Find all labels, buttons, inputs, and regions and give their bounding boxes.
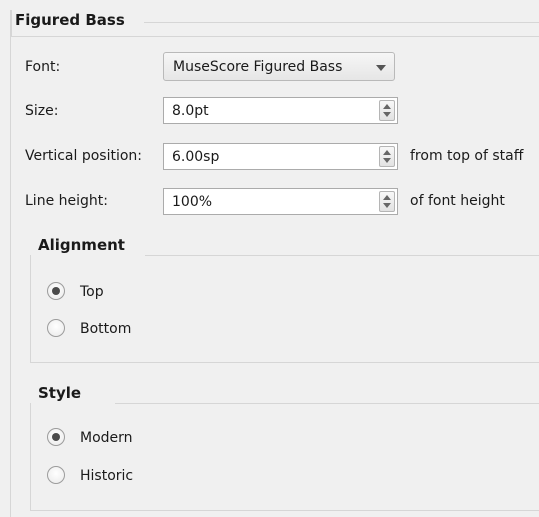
alignment-top-label[interactable]: Top [80, 284, 104, 300]
vertical-position-value: 6.00sp [172, 149, 220, 165]
alignment-bottom-radio[interactable] [47, 319, 65, 337]
spin-up-icon[interactable] [383, 150, 391, 155]
line-height-suffix: of font height [410, 193, 505, 209]
spin-up-icon[interactable] [383, 104, 391, 109]
style-group [30, 403, 539, 511]
style-modern-radio[interactable] [47, 428, 65, 446]
line-height-stepper[interactable] [379, 191, 395, 212]
font-label: Font: [25, 59, 61, 75]
size-value: 8.0pt [172, 103, 209, 119]
size-spinbox[interactable]: 8.0pt [163, 97, 398, 124]
chevron-down-icon [376, 65, 386, 71]
font-combobox[interactable]: MuseScore Figured Bass [163, 52, 395, 81]
size-label: Size: [25, 103, 59, 119]
spin-down-icon[interactable] [383, 203, 391, 208]
style-title: Style [38, 384, 82, 402]
style-historic-label[interactable]: Historic [80, 468, 133, 484]
group-corner-line [10, 10, 12, 36]
vertical-position-suffix: from top of staff [410, 148, 524, 164]
alignment-bottom-label[interactable]: Bottom [80, 321, 131, 337]
alignment-group [30, 255, 539, 363]
line-height-value: 100% [172, 194, 213, 210]
vertical-position-label: Vertical position: [25, 148, 143, 164]
group-title-rule [144, 22, 539, 23]
size-stepper[interactable] [379, 100, 395, 121]
line-height-spinbox[interactable]: 100% [163, 188, 398, 215]
font-combobox-value: MuseScore Figured Bass [173, 59, 343, 75]
style-historic-radio[interactable] [47, 466, 65, 484]
line-height-label: Line height: [25, 193, 108, 209]
alignment-top-radio[interactable] [47, 282, 65, 300]
style-modern-label[interactable]: Modern [80, 430, 133, 446]
spin-up-icon[interactable] [383, 195, 391, 200]
spin-down-icon[interactable] [383, 112, 391, 117]
spin-down-icon[interactable] [383, 158, 391, 163]
vertical-position-stepper[interactable] [379, 146, 395, 167]
vertical-position-spinbox[interactable]: 6.00sp [163, 143, 398, 170]
alignment-title: Alignment [38, 236, 125, 254]
figured-bass-title: Figured Bass [15, 11, 125, 29]
